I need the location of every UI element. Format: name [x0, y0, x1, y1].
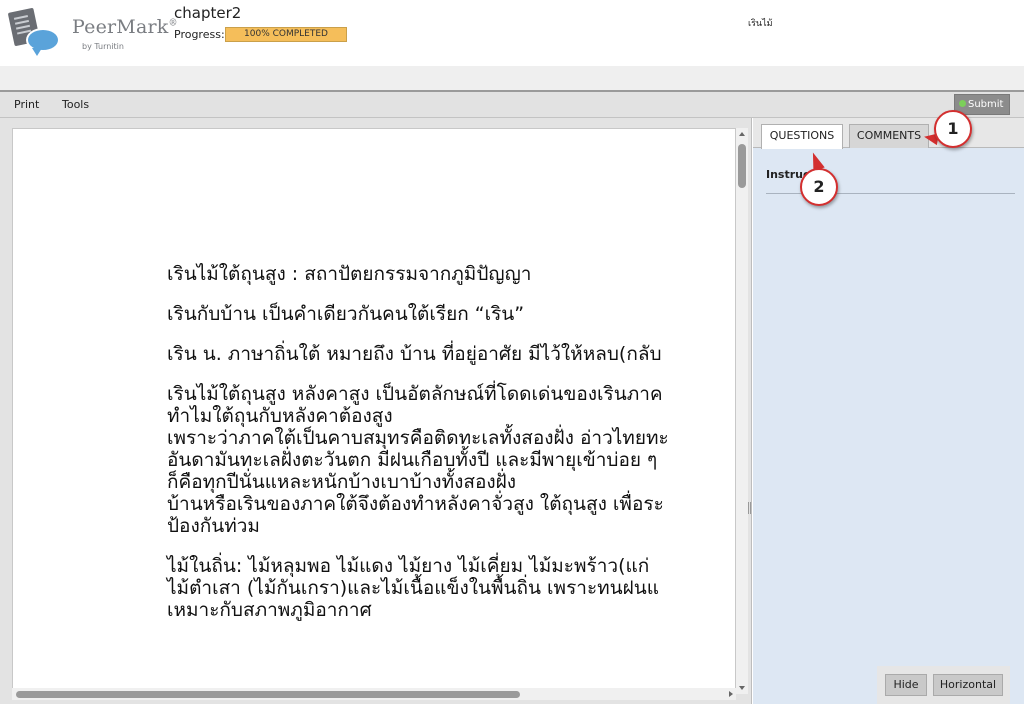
tools-menu[interactable]: Tools: [62, 98, 89, 111]
vertical-scrollbar[interactable]: [736, 128, 748, 694]
horizontal-scrollbar[interactable]: [12, 688, 736, 700]
document-line: อันดามันทะเลฝั่งตะวันตก มีฝนเกือบทั้งปี …: [167, 449, 658, 471]
toolbar: Print Tools Submit: [0, 92, 1024, 118]
scroll-right-icon[interactable]: [729, 691, 733, 697]
horizontal-button[interactable]: Horizontal: [933, 674, 1003, 696]
pane-splitter-handle[interactable]: [748, 502, 751, 514]
scroll-down-icon[interactable]: [739, 686, 745, 690]
submit-status-icon: [959, 100, 966, 107]
progress-text: 100% COMPLETED: [244, 29, 328, 39]
document-pane: เรินไม้ใต้ถุนสูง : สถาปัตยกรรมจากภูมิปัญ…: [0, 118, 752, 704]
document-line: เหมาะกับสภาพภูมิอากาศ: [167, 599, 372, 621]
horizontal-scroll-thumb[interactable]: [16, 691, 520, 698]
app-header: PeerMark® by Turnitin chapter2 Progress:…: [0, 0, 1024, 66]
document-text: เรินไม้ใต้ถุนสูง : สถาปัตยกรรมจากภูมิปัญ…: [167, 263, 735, 621]
vertical-scroll-thumb[interactable]: [738, 144, 746, 188]
document-line: เรินไม้ใต้ถุนสูง : สถาปัตยกรรมจากภูมิปัญ…: [167, 263, 532, 285]
logo-name: PeerMark®: [72, 16, 178, 38]
speech-bubble-icon: [26, 28, 60, 56]
logo-byline: by Turnitin: [82, 42, 124, 51]
document-line: เรินกับบ้าน เป็นคำเดียวกันคนใต้เรียก “เร…: [167, 303, 525, 325]
tab-questions[interactable]: QUESTIONS: [761, 124, 843, 149]
hide-button[interactable]: Hide: [885, 674, 927, 696]
document-line: ป้องกันท่วม: [167, 515, 260, 537]
document-line: บ้านหรือเรินของภาคใต้จึงต้องทำหลังคาจั่ว…: [167, 493, 664, 515]
document-line: เริน น. ภาษาถิ่นใต้ หมายถึง บ้าน ที่อยู่…: [167, 343, 662, 365]
document-line: ก็คือทุกปีนั่นแหละหนักบ้างเบาบ้างทั้งสอง…: [167, 471, 517, 493]
scroll-up-icon[interactable]: [739, 132, 745, 136]
print-menu[interactable]: Print: [14, 98, 39, 111]
progress-bar: 100% COMPLETED: [225, 27, 347, 42]
submit-label: Submit: [968, 99, 1004, 110]
side-tabs: QUESTIONS COMMENTS: [753, 118, 1024, 149]
peermark-logo: PeerMark® by Turnitin: [7, 6, 177, 58]
header-band: [0, 66, 1024, 92]
annotation-marker-1: 1: [934, 110, 972, 148]
document-line: ไม้ตำเสา (ไม้กันเกรา)และไม้เนื้อแข็งในพื…: [167, 577, 660, 599]
document-line: เรินไม้ใต้ถุนสูง หลังคาสูง เป็นอัตลักษณ์…: [167, 383, 663, 405]
document-page[interactable]: เรินไม้ใต้ถุนสูง : สถาปัตยกรรมจากภูมิปัญ…: [12, 128, 736, 694]
tab-comments[interactable]: COMMENTS: [849, 124, 929, 148]
progress-label: Progress:: [174, 28, 225, 41]
user-name: เรินไม้: [748, 19, 773, 29]
document-line: ไม้ในถิ่น: ไม้หลุมพอ ไม้แดง ไม้ยาง ไม้เค…: [167, 555, 650, 577]
document-line: ทำไมใต้ถุนกับหลังคาต้องสูง: [167, 405, 393, 427]
document-title: chapter2: [174, 4, 242, 22]
document-line: เพราะว่าภาคใต้เป็นคาบสมุทรคือติดทะเลทั้ง…: [167, 427, 669, 449]
side-panel: QUESTIONS COMMENTS Instruc Hide Horizont…: [753, 118, 1024, 704]
annotation-marker-2: 2: [800, 168, 838, 206]
